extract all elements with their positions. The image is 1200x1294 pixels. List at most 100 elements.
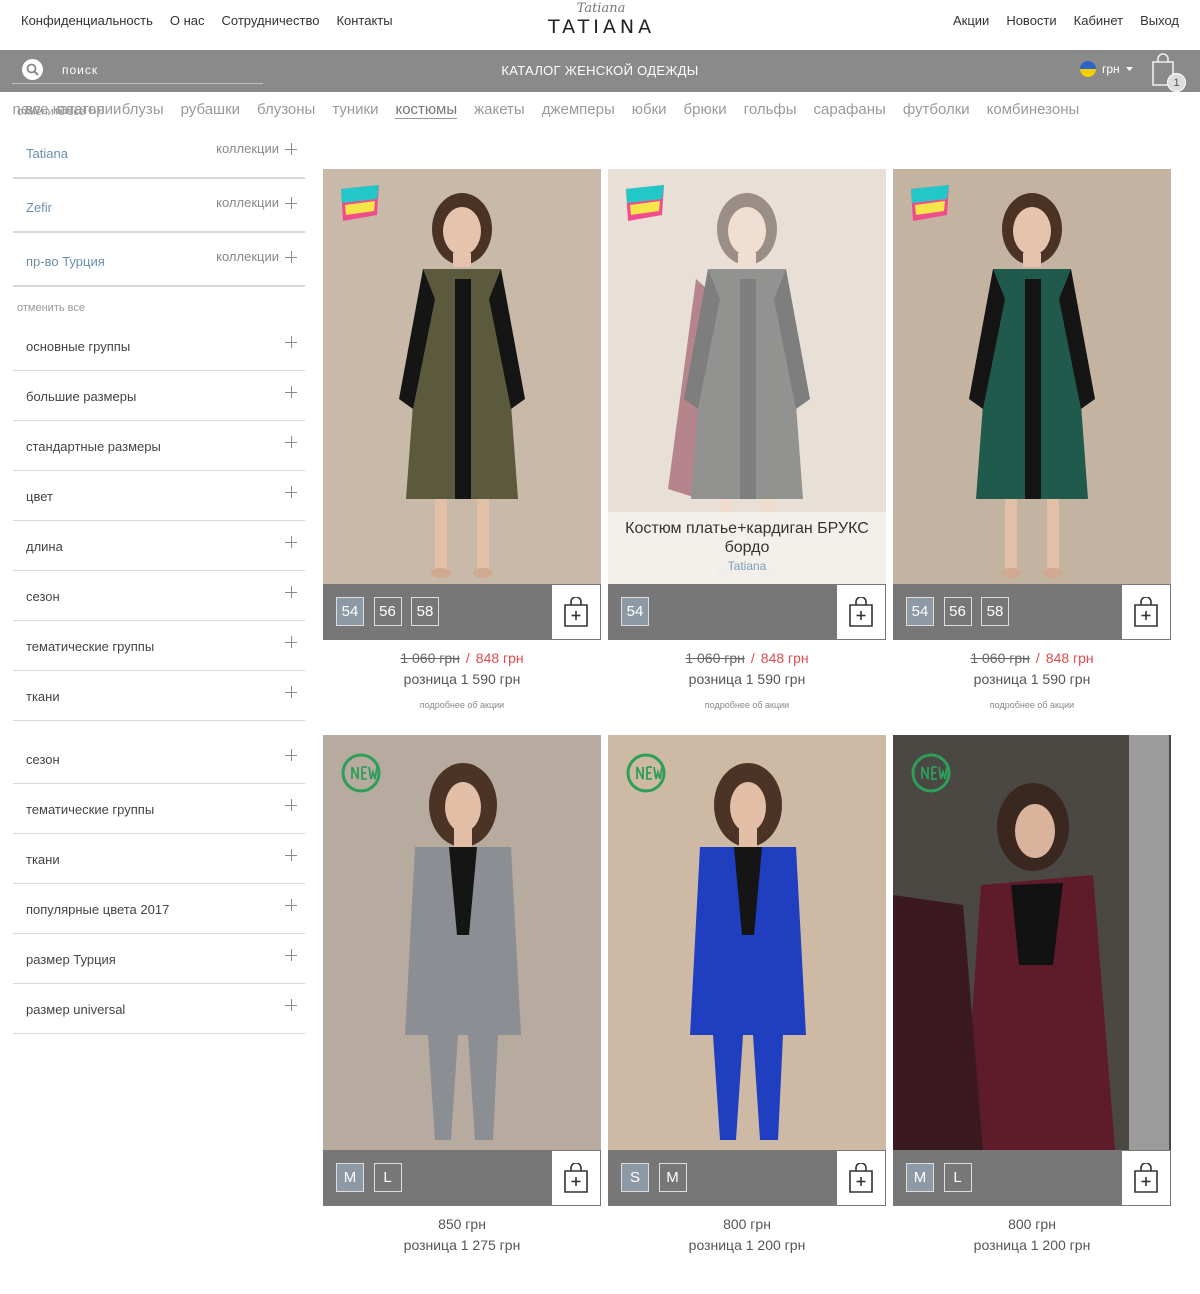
product-card[interactable]: M L 800 грн розница 1 200 грн [893, 735, 1171, 1294]
category-8[interactable]: жакеты [474, 101, 525, 118]
privacy-link[interactable]: Конфиденциальность [21, 13, 153, 28]
promo-details-link[interactable]: подробнее об акции [608, 700, 886, 710]
size-option[interactable]: 58 [981, 597, 1009, 626]
promotions-link[interactable]: Акции [953, 13, 989, 28]
plus-icon[interactable] [285, 486, 297, 498]
filter-item[interactable]: цвет [13, 471, 305, 521]
product-photo[interactable] [893, 735, 1171, 1150]
category-4[interactable]: рубашки [181, 101, 240, 118]
size-option[interactable]: 58 [411, 597, 439, 626]
size-option[interactable]: 56 [373, 597, 402, 626]
add-to-cart-button[interactable] [1121, 1150, 1171, 1206]
product-card[interactable]: 54 56 58 1 060 грн / 848 грн розница 1 590 грн… [323, 169, 601, 729]
plus-icon[interactable] [285, 636, 297, 648]
product-card[interactable]: M L 850 грн розница 1 275 грн [323, 735, 601, 1294]
plus-icon[interactable] [285, 686, 297, 698]
filter-item[interactable]: большие размеры [13, 371, 305, 421]
filter-item[interactable]: размер Турция [13, 934, 305, 984]
plus-icon[interactable] [285, 536, 297, 548]
product-name[interactable]: Костюм платье+кардиган БРУКС бордо [608, 519, 886, 557]
plus-icon[interactable] [285, 586, 297, 598]
filter-item[interactable]: ткани [13, 671, 305, 721]
filter-item[interactable]: стандартные размеры [13, 421, 305, 471]
category-14[interactable]: футболки [903, 101, 970, 118]
cooperation-link[interactable]: Сотрудничество [222, 13, 320, 28]
collection-toggle[interactable]: коллекции [216, 141, 297, 156]
category-15[interactable]: комбинезоны [987, 101, 1080, 118]
cabinet-link[interactable]: Кабинет [1074, 13, 1123, 28]
promo-details-link[interactable]: подробнее об акции [323, 700, 601, 710]
product-photo[interactable]: Костюм платье+кардиган БРУКС бордо Tatian… [608, 169, 886, 584]
filter-item[interactable]: тематические группы [13, 784, 305, 834]
plus-icon[interactable] [285, 336, 297, 348]
filter-item[interactable]: сезон [13, 734, 305, 784]
filter-item[interactable]: тематические группы [13, 621, 305, 671]
plus-icon[interactable] [285, 436, 297, 448]
plus-icon[interactable] [285, 849, 297, 861]
product-card[interactable]: Костюм платье+кардиган БРУКС бордо Tatian… [608, 169, 886, 729]
size-option[interactable]: 54 [906, 597, 934, 626]
product-card[interactable]: S M 800 грн розница 1 200 грн [608, 735, 886, 1294]
add-to-cart-button[interactable] [1121, 584, 1171, 640]
product-card[interactable]: 54 56 58 1 060 грн / 848 грн розница 1 590 грн… [893, 169, 1171, 729]
promo-details-link[interactable]: подробнее об акции [893, 700, 1171, 710]
size-option[interactable]: L [373, 1163, 402, 1192]
cart-button[interactable]: 1 [1149, 53, 1186, 92]
add-to-cart-button[interactable] [551, 1150, 601, 1206]
category-12[interactable]: гольфы [744, 101, 797, 118]
category-10[interactable]: юбки [632, 101, 667, 118]
filter-item[interactable]: длина [13, 521, 305, 571]
add-to-cart-button[interactable] [836, 584, 886, 640]
cancel-all-top[interactable]: отменить все [17, 106, 85, 118]
size-option[interactable]: 56 [943, 597, 972, 626]
currency-selector[interactable]: грн [1080, 61, 1133, 77]
size-option[interactable]: M [906, 1163, 934, 1192]
size-option[interactable]: L [943, 1163, 972, 1192]
category-7[interactable]: костюмы [395, 101, 458, 119]
about-link[interactable]: О нас [170, 13, 205, 28]
product-photo[interactable] [893, 169, 1171, 584]
size-option[interactable]: 54 [621, 597, 649, 626]
plus-icon[interactable] [285, 949, 297, 961]
plus-icon[interactable] [285, 386, 297, 398]
add-to-cart-button[interactable] [551, 584, 601, 640]
filter-item[interactable]: размер universal [13, 984, 305, 1034]
size-option[interactable]: S [621, 1163, 649, 1192]
add-to-cart-button[interactable] [836, 1150, 886, 1206]
news-link[interactable]: Новости [1006, 13, 1056, 28]
filter-item[interactable]: популярные цвета 2017 [13, 884, 305, 934]
size-option[interactable]: 54 [336, 597, 364, 626]
filter-item[interactable]: ткани [13, 834, 305, 884]
category-6[interactable]: туники [332, 101, 378, 118]
category-9[interactable]: джемперы [542, 101, 615, 118]
collection-tatiana[interactable]: Tatiana коллекции [13, 125, 305, 179]
site-logo[interactable]: Tatiana TATIANA [548, 2, 654, 46]
size-option[interactable]: M [658, 1163, 687, 1192]
plus-icon[interactable] [285, 799, 297, 811]
plus-icon[interactable] [285, 899, 297, 911]
logout-link[interactable]: Выход [1140, 13, 1179, 28]
collection-zefir[interactable]: Zefir коллекции [13, 179, 305, 233]
category-13[interactable]: сарафаны [814, 101, 886, 118]
product-brand[interactable]: Tatiana [608, 559, 886, 573]
cancel-all-filters[interactable]: отменить все [17, 302, 85, 314]
plus-icon[interactable] [285, 749, 297, 761]
product-photo[interactable] [608, 735, 886, 1150]
add-to-cart-icon [1134, 1163, 1158, 1193]
category-3[interactable]: блузы [122, 101, 164, 118]
category-5[interactable]: блузоны [257, 101, 315, 118]
search-input[interactable] [62, 61, 252, 79]
contacts-link[interactable]: Контакты [336, 13, 392, 28]
product-photo[interactable] [323, 735, 601, 1150]
filter-item[interactable]: сезон [13, 571, 305, 621]
search-icon[interactable] [22, 59, 43, 80]
size-option[interactable]: M [336, 1163, 364, 1192]
filter-label: длина [26, 539, 63, 554]
collection-toggle[interactable]: коллекции [216, 195, 297, 210]
category-11[interactable]: брюки [684, 101, 727, 118]
plus-icon[interactable] [285, 999, 297, 1011]
collection-toggle[interactable]: коллекции [216, 249, 297, 264]
filter-item[interactable]: основные группы [13, 321, 305, 371]
collection-turkey[interactable]: пр-во Турция коллекции [13, 233, 305, 287]
product-photo[interactable] [323, 169, 601, 584]
